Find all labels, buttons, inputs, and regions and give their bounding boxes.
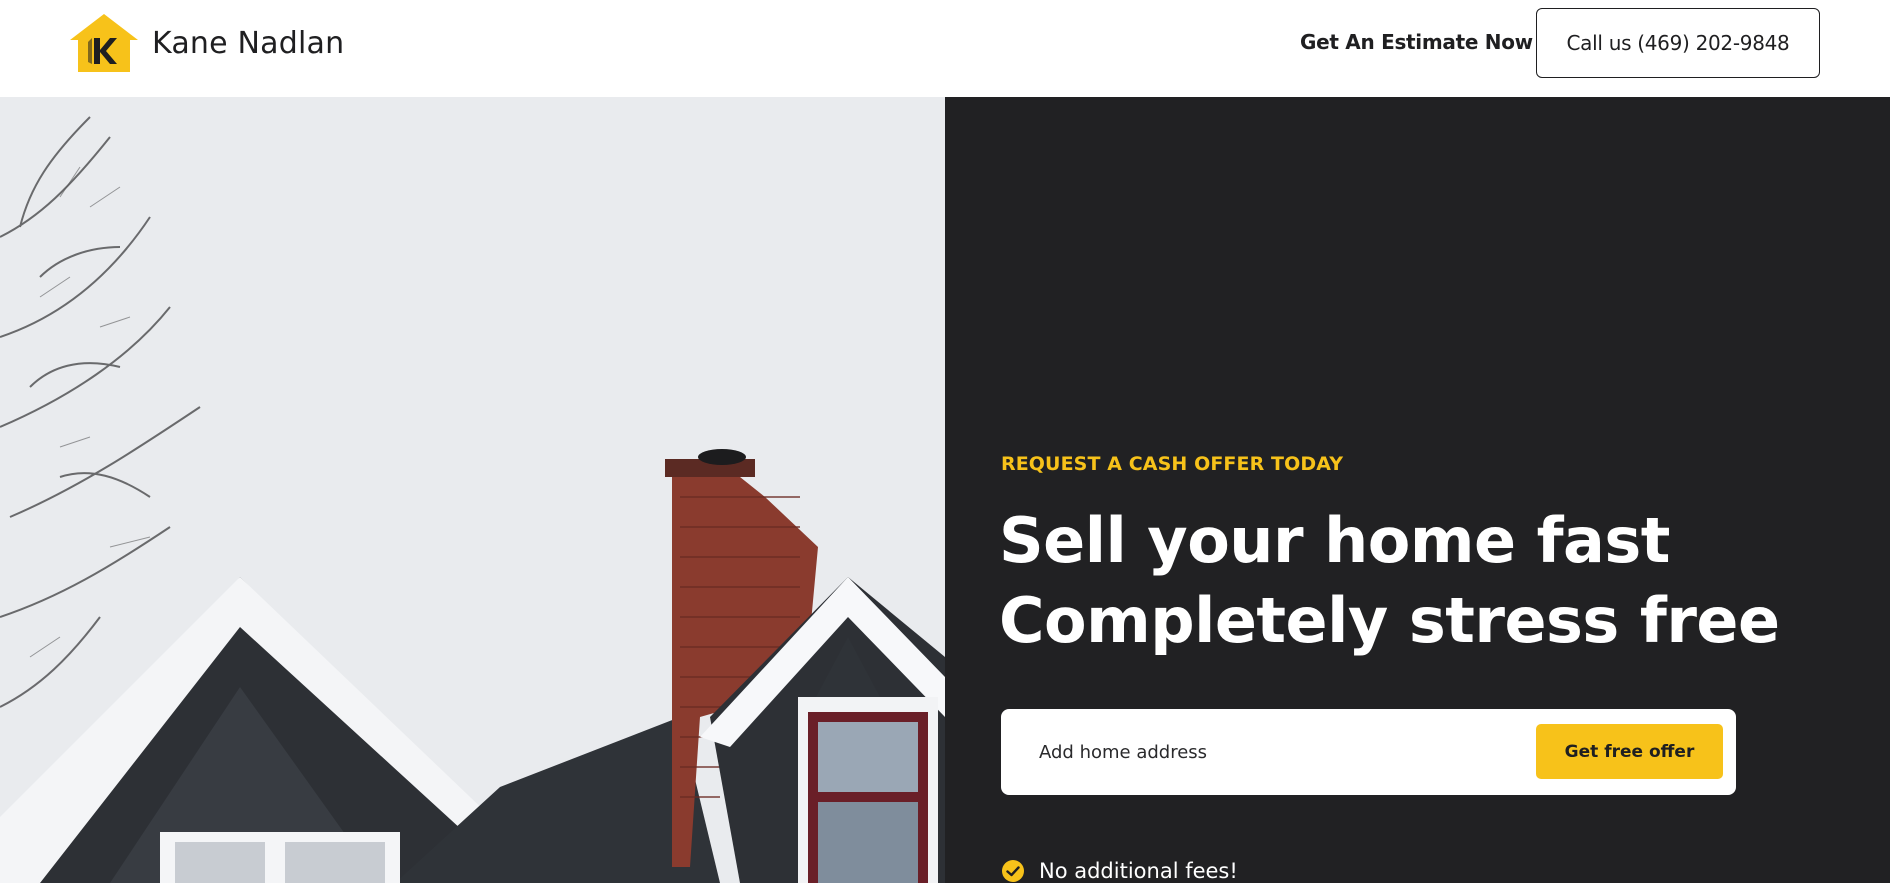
hero-panel: REQUEST A CASH OFFER TODAY Sell your hom… bbox=[945, 97, 1890, 883]
headline-line-2: Completely stress free bbox=[999, 584, 1780, 657]
hero-house-photo bbox=[0, 97, 945, 883]
hero-eyebrow: REQUEST A CASH OFFER TODAY bbox=[1001, 453, 1344, 475]
hero-headline: Sell your home fast Completely stress fr… bbox=[999, 501, 1780, 661]
house-roof-photo bbox=[0, 97, 945, 883]
benefit-item: No additional fees! bbox=[1001, 859, 1238, 883]
home-address-input[interactable] bbox=[1001, 709, 1541, 795]
get-estimate-link[interactable]: Get An Estimate Now bbox=[1300, 30, 1533, 54]
house-k-logo-icon bbox=[70, 14, 138, 72]
call-us-button[interactable]: Call us (469) 202-9848 bbox=[1536, 8, 1820, 78]
benefit-text: No additional fees! bbox=[1039, 859, 1238, 883]
check-circle-icon bbox=[1002, 860, 1024, 882]
get-free-offer-button[interactable]: Get free offer bbox=[1536, 724, 1723, 779]
brand-name: Kane Nadlan bbox=[152, 25, 345, 61]
logo[interactable]: Kane Nadlan bbox=[68, 12, 344, 74]
address-form: Get free offer bbox=[1001, 709, 1736, 795]
site-header: Kane Nadlan Get An Estimate Now Call us … bbox=[0, 0, 1890, 97]
headline-line-1: Sell your home fast bbox=[999, 504, 1670, 577]
